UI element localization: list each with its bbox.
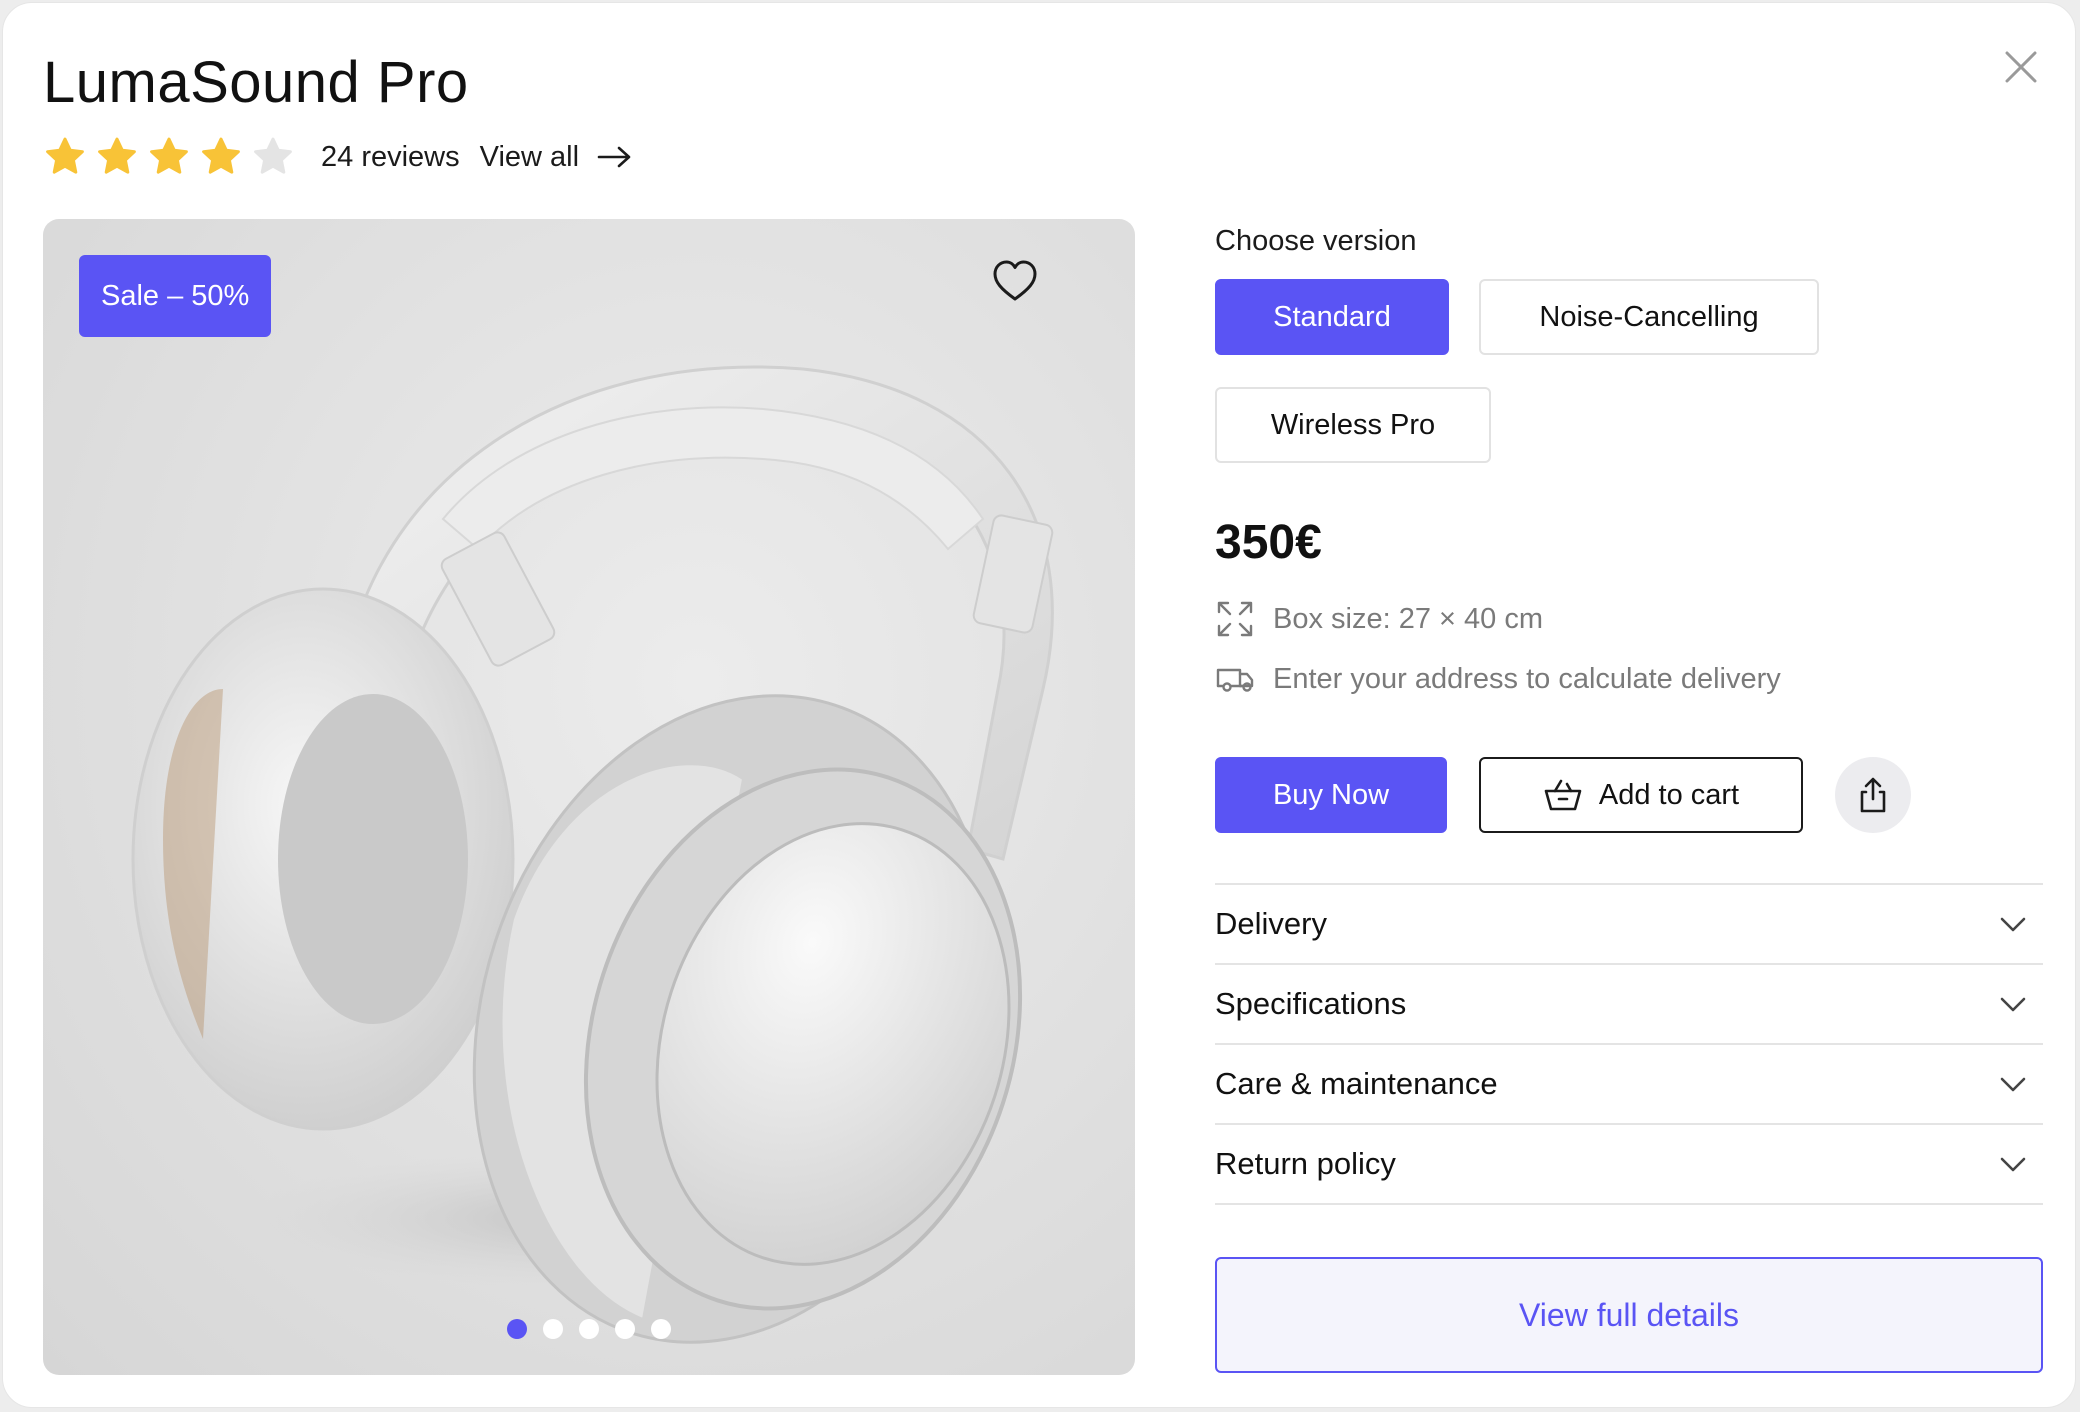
product-title: LumaSound Pro [43, 50, 469, 115]
buy-now-button[interactable]: Buy Now [1215, 757, 1447, 833]
star-icon [150, 137, 188, 174]
gallery-dot-3[interactable] [579, 1319, 599, 1339]
add-to-cart-label: Add to cart [1598, 778, 1740, 811]
product-gallery[interactable]: Sale – 50% [43, 219, 1135, 1375]
accordion-return-policy[interactable]: Return policy [1215, 1125, 2043, 1205]
star-rating [43, 135, 295, 179]
heart-icon [993, 260, 1037, 301]
accordion-label: Return policy [1215, 1146, 1396, 1181]
gallery-dot-4[interactable] [615, 1319, 635, 1339]
close-button[interactable] [1999, 45, 2043, 89]
share-button[interactable] [1835, 757, 1911, 833]
accordion-specifications[interactable]: Specifications [1215, 965, 2043, 1045]
sale-badge: Sale – 50% [79, 255, 272, 337]
price: 350€ [1215, 516, 1322, 569]
gallery-dot-5[interactable] [651, 1319, 671, 1339]
version-option-wireless-pro[interactable]: Wireless Pro [1215, 387, 1491, 463]
view-all-reviews-link[interactable]: View all [480, 141, 633, 174]
truck-icon [1216, 668, 1254, 692]
choose-version-label: Choose version [1215, 225, 1417, 257]
chevron-down-icon [2000, 1077, 2026, 1092]
accordion-label: Delivery [1215, 906, 1327, 941]
version-option-noise-cancelling[interactable]: Noise-Cancelling [1479, 279, 1819, 355]
product-quick-view-modal: LumaSound Pro 24 reviews View all Sale –… [2, 2, 2076, 1408]
accordion-label: Specifications [1215, 986, 1407, 1021]
gallery-dot-1[interactable] [507, 1319, 527, 1339]
view-full-details-button[interactable]: View full details [1215, 1257, 2043, 1373]
chevron-down-icon [2000, 1157, 2026, 1172]
accordion-delivery[interactable]: Delivery [1215, 885, 2043, 965]
chevron-down-icon [2000, 917, 2026, 932]
version-option-standard[interactable]: Standard [1215, 279, 1449, 355]
product-info-accordion: Delivery Specifications Care & maintenan… [1215, 883, 2043, 1205]
basket-icon [1544, 779, 1582, 811]
favorite-button[interactable] [987, 253, 1043, 309]
box-size-text: Box size: 27 × 40 cm [1273, 602, 1543, 635]
add-to-cart-button[interactable]: Add to cart [1479, 757, 1803, 833]
star-icon [98, 137, 136, 174]
gallery-pagination [507, 1319, 671, 1339]
star-icon [46, 137, 84, 174]
accordion-care-maintenance[interactable]: Care & maintenance [1215, 1045, 2043, 1125]
share-icon [1860, 777, 1886, 813]
product-details-panel: Choose version Standard Noise-Cancelling… [1215, 219, 2043, 1379]
star-icon [202, 137, 240, 174]
reviews-count: 24 reviews [321, 140, 460, 173]
close-icon [2005, 51, 2037, 83]
box-size-row: Box size: 27 × 40 cm [1215, 599, 1543, 639]
expand-icon [1217, 601, 1253, 637]
star-icon-empty [254, 137, 292, 174]
delivery-info-row: Enter your address to calculate delivery [1215, 659, 1781, 699]
rating-row: 24 reviews View all [43, 133, 633, 181]
view-all-label: View all [479, 140, 580, 173]
gallery-dot-2[interactable] [543, 1319, 563, 1339]
accordion-label: Care & maintenance [1215, 1066, 1498, 1101]
product-image [131, 365, 1054, 1344]
delivery-info-text: Enter your address to calculate delivery [1273, 662, 1781, 695]
chevron-down-icon [2000, 997, 2026, 1012]
arrow-right-icon [597, 146, 631, 168]
